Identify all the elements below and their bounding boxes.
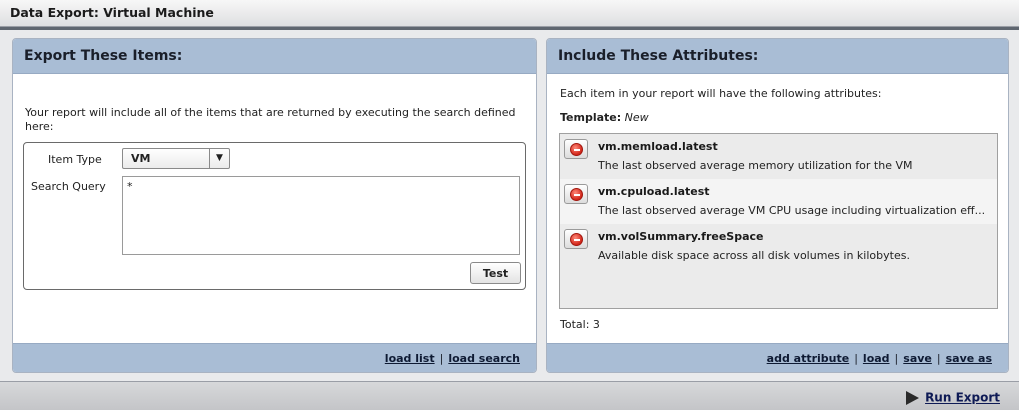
title-divider xyxy=(0,27,1019,30)
export-items-footer: load list | load search xyxy=(13,343,536,372)
list-item[interactable]: vm.volSummary.freeSpace Available disk s… xyxy=(560,224,997,269)
export-items-intro: Your report will include all of the item… xyxy=(25,106,516,133)
chevron-down-icon[interactable]: ▼ xyxy=(209,149,229,168)
search-form: Item Type VM ▼ Search Query * Test xyxy=(23,142,526,290)
test-button[interactable]: Test xyxy=(470,262,521,284)
attributes-title: Include These Attributes: xyxy=(547,39,1008,74)
attribute-name: vm.volSummary.freeSpace xyxy=(598,230,764,243)
remove-icon xyxy=(570,233,583,246)
save-link[interactable]: save xyxy=(903,352,932,365)
footer-separator: | xyxy=(936,352,941,365)
remove-icon xyxy=(570,143,583,156)
export-items-title: Export These Items: xyxy=(13,39,536,74)
item-type-value: VM xyxy=(131,152,151,165)
play-icon xyxy=(906,390,920,405)
list-item[interactable]: vm.memload.latest The last observed aver… xyxy=(560,134,997,179)
load-search-link[interactable]: load search xyxy=(448,352,520,365)
item-type-select[interactable]: VM ▼ xyxy=(122,148,230,169)
attribute-total: Total: 3 xyxy=(560,318,600,331)
attributes-footer: add attribute | load | save | save as xyxy=(547,343,1008,372)
search-query-label: Search Query xyxy=(31,180,106,193)
template-row: Template: New xyxy=(560,111,649,124)
export-items-panel: Export These Items: Your report will inc… xyxy=(12,38,537,373)
attribute-description: Available disk space across all disk vol… xyxy=(598,249,910,262)
remove-attribute-button[interactable] xyxy=(564,184,588,204)
save-as-link[interactable]: save as xyxy=(946,352,992,365)
footer-separator: | xyxy=(894,352,899,365)
attribute-name: vm.cpuload.latest xyxy=(598,185,710,198)
title-bar: Data Export: Virtual Machine xyxy=(0,0,1019,27)
search-query-input[interactable]: * xyxy=(122,176,520,255)
list-item[interactable]: vm.cpuload.latest The last observed aver… xyxy=(560,179,997,224)
add-attribute-link[interactable]: add attribute xyxy=(767,352,850,365)
attribute-name: vm.memload.latest xyxy=(598,140,718,153)
item-type-label: Item Type xyxy=(48,153,102,166)
attribute-list[interactable]: vm.memload.latest The last observed aver… xyxy=(559,133,998,309)
remove-attribute-button[interactable] xyxy=(564,229,588,249)
run-export-label: Run Export xyxy=(925,390,1000,405)
footer-separator: | xyxy=(439,352,444,365)
attribute-description: The last observed average memory utiliza… xyxy=(598,159,913,172)
template-value: New xyxy=(624,111,649,124)
attributes-intro: Each item in your report will have the f… xyxy=(560,87,882,100)
window-title: Data Export: Virtual Machine xyxy=(10,5,214,20)
load-list-link[interactable]: load list xyxy=(385,352,435,365)
remove-icon xyxy=(570,188,583,201)
total-label: Total: xyxy=(560,318,590,331)
bottom-bar: Run Export xyxy=(0,381,1019,410)
attributes-panel: Include These Attributes: Each item in y… xyxy=(546,38,1009,373)
run-export-button[interactable]: Run Export xyxy=(906,390,1000,405)
footer-separator: | xyxy=(854,352,858,365)
attribute-description: The last observed average VM CPU usage i… xyxy=(598,204,986,217)
template-label: Template: xyxy=(560,111,622,124)
remove-attribute-button[interactable] xyxy=(564,139,588,159)
total-value: 3 xyxy=(592,318,600,331)
load-link[interactable]: load xyxy=(863,352,890,365)
